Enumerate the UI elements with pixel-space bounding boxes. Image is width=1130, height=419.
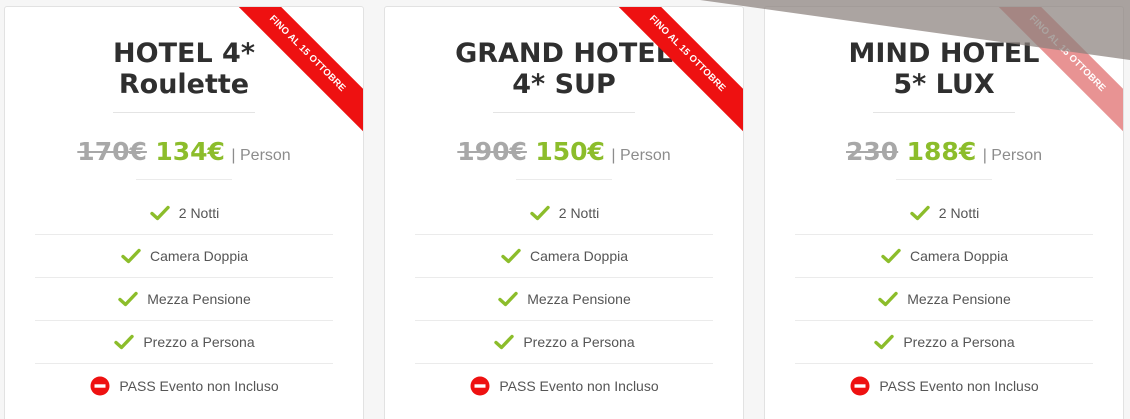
check-icon bbox=[113, 331, 135, 353]
feature-text: Camera Doppia bbox=[529, 248, 629, 264]
feature-text: Mezza Pensione bbox=[147, 291, 251, 307]
check-icon bbox=[880, 245, 902, 267]
feature-list: 2 Notti Camera Doppia Mezza Pensione Pre… bbox=[415, 192, 713, 407]
feature-text: Camera Doppia bbox=[909, 248, 1009, 264]
check-icon bbox=[529, 202, 551, 224]
check-icon bbox=[873, 331, 895, 353]
feature-list: 2 Notti Camera Doppia Mezza Pensione Pre… bbox=[35, 192, 333, 407]
ribbon-corner: FINO AL 15 OTTOBRE bbox=[593, 7, 743, 157]
minus-circle-icon bbox=[469, 375, 491, 397]
feature-item: Camera Doppia bbox=[35, 235, 333, 278]
check-icon bbox=[877, 288, 899, 310]
ribbon-label: FINO AL 15 OTTOBRE bbox=[985, 7, 1123, 136]
feature-item: PASS Evento non Incluso bbox=[35, 364, 333, 407]
feature-text: PASS Evento non Incluso bbox=[879, 377, 1039, 394]
feature-item: 2 Notti bbox=[35, 192, 333, 235]
feature-text: PASS Evento non Incluso bbox=[119, 377, 279, 394]
check-icon bbox=[149, 202, 171, 224]
new-price: 188€ bbox=[906, 137, 977, 166]
feature-item: Mezza Pensione bbox=[35, 278, 333, 321]
old-price: 170€ bbox=[77, 137, 147, 166]
feature-item: Prezzo a Persona bbox=[795, 321, 1093, 364]
feature-text: PASS Evento non Incluso bbox=[499, 377, 659, 394]
price-divider bbox=[896, 179, 992, 180]
feature-text: Camera Doppia bbox=[149, 248, 249, 264]
feature-text: 2 Notti bbox=[178, 205, 220, 221]
feature-list: 2 Notti Camera Doppia Mezza Pensione Pre… bbox=[795, 192, 1093, 407]
old-price: 230 bbox=[846, 137, 899, 166]
feature-item: Camera Doppia bbox=[795, 235, 1093, 278]
feature-item: Mezza Pensione bbox=[795, 278, 1093, 321]
feature-item: Prezzo a Persona bbox=[415, 321, 713, 364]
pricing-card-hotel-4: FINO AL 15 OTTOBRE HOTEL 4* Roulette 170… bbox=[4, 6, 364, 419]
check-icon bbox=[120, 245, 142, 267]
ribbon-corner: FINO AL 15 OTTOBRE bbox=[213, 7, 363, 157]
ribbon-label: FINO AL 15 OTTOBRE bbox=[225, 7, 363, 136]
feature-text: Prezzo a Persona bbox=[143, 334, 255, 350]
feature-text: Prezzo a Persona bbox=[523, 334, 635, 350]
minus-circle-icon bbox=[849, 375, 871, 397]
feature-text: Prezzo a Persona bbox=[903, 334, 1015, 350]
check-icon bbox=[909, 202, 931, 224]
feature-item: PASS Evento non Incluso bbox=[795, 364, 1093, 407]
minus-circle-icon bbox=[89, 375, 111, 397]
check-icon bbox=[500, 245, 522, 267]
price-divider bbox=[516, 179, 612, 180]
feature-item: 2 Notti bbox=[795, 192, 1093, 235]
feature-text: 2 Notti bbox=[558, 205, 600, 221]
check-icon bbox=[497, 288, 519, 310]
pricing-cards: FINO AL 15 OTTOBRE HOTEL 4* Roulette 170… bbox=[0, 0, 1130, 419]
pricing-card-mind-hotel: FINO AL 15 OTTOBRE MIND HOTEL 5* LUX 230… bbox=[764, 6, 1124, 419]
pricing-card-grand-hotel: FINO AL 15 OTTOBRE GRAND HOTEL 4* SUP 19… bbox=[384, 6, 744, 419]
check-icon bbox=[117, 288, 139, 310]
old-price: 190€ bbox=[457, 137, 527, 166]
feature-item: Prezzo a Persona bbox=[35, 321, 333, 364]
check-icon bbox=[493, 331, 515, 353]
ribbon-corner: FINO AL 15 OTTOBRE bbox=[973, 7, 1123, 157]
feature-text: Mezza Pensione bbox=[527, 291, 631, 307]
feature-item: Camera Doppia bbox=[415, 235, 713, 278]
feature-item: 2 Notti bbox=[415, 192, 713, 235]
feature-text: 2 Notti bbox=[938, 205, 980, 221]
feature-text: Mezza Pensione bbox=[907, 291, 1011, 307]
ribbon-label: FINO AL 15 OTTOBRE bbox=[605, 7, 743, 136]
feature-item: Mezza Pensione bbox=[415, 278, 713, 321]
price-divider bbox=[136, 179, 232, 180]
feature-item: PASS Evento non Incluso bbox=[415, 364, 713, 407]
